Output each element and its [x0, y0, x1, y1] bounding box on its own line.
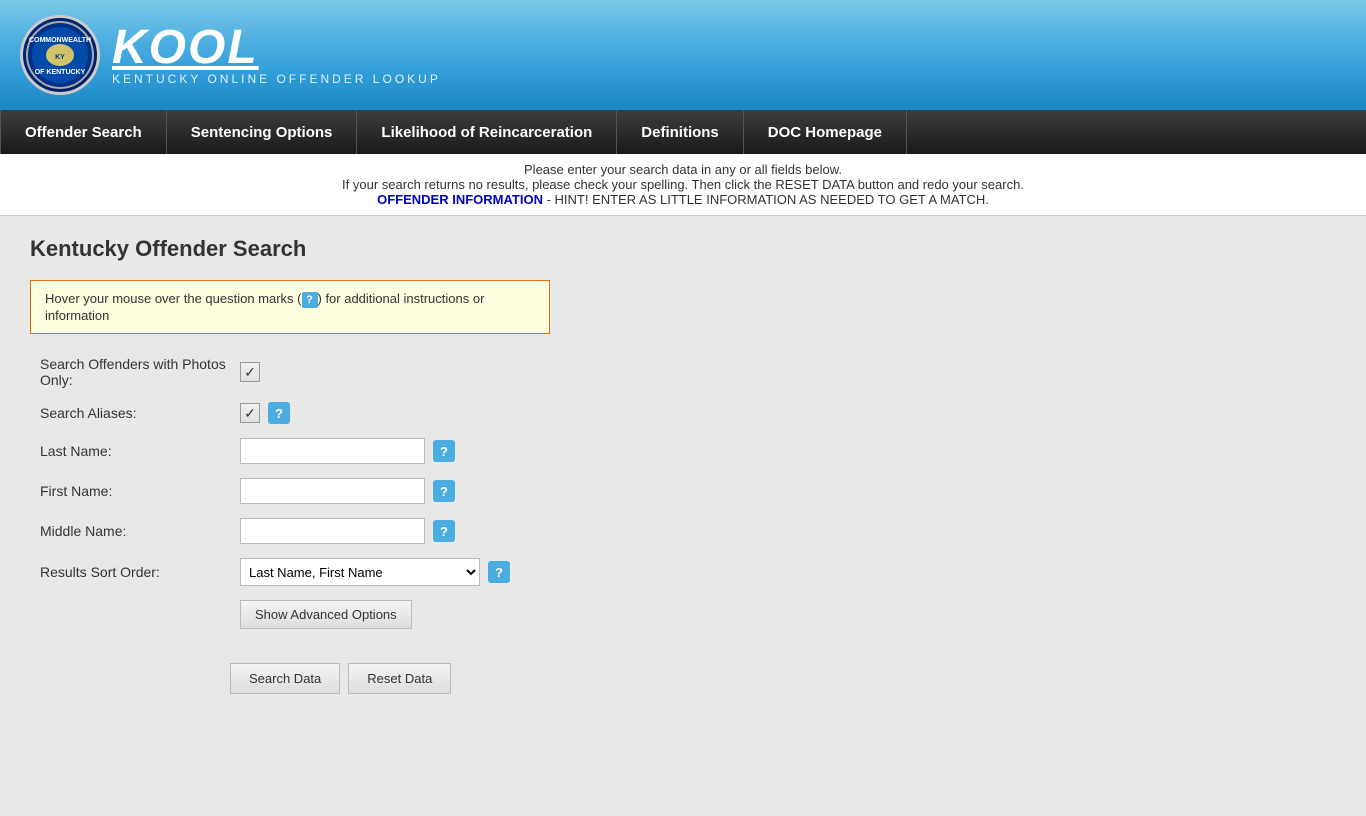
photos-only-label: Search Offenders with Photos Only:: [40, 356, 240, 388]
svg-text:KY: KY: [55, 54, 65, 61]
nav-doc-homepage[interactable]: DOC Homepage: [744, 110, 907, 154]
nav-definitions[interactable]: Definitions: [617, 110, 744, 154]
logo-area: COMMONWEALTH OF KENTUCKY KY KOOL KENTUCK…: [20, 15, 441, 95]
search-data-button[interactable]: Search Data: [230, 663, 340, 694]
middle-name-row: Middle Name: ?: [40, 518, 1336, 544]
first-name-controls: ?: [240, 478, 455, 504]
sort-order-controls: Last Name, First Name First Name, Last N…: [240, 558, 510, 586]
aliases-checkbox[interactable]: [240, 403, 260, 423]
info-line2: If your search returns no results, pleas…: [20, 177, 1346, 192]
sort-order-help-button[interactable]: ?: [488, 561, 510, 583]
header: COMMONWEALTH OF KENTUCKY KY KOOL KENTUCK…: [0, 0, 1366, 110]
sort-order-label: Results Sort Order:: [40, 564, 240, 580]
show-advanced-button[interactable]: Show Advanced Options: [240, 600, 412, 629]
logo: COMMONWEALTH OF KENTUCKY KY: [20, 15, 100, 95]
aliases-label: Search Aliases:: [40, 405, 240, 421]
nav-offender-search[interactable]: Offender Search: [0, 110, 167, 154]
aliases-help-button[interactable]: ?: [268, 402, 290, 424]
action-buttons: Search Data Reset Data: [230, 663, 1336, 694]
nav-likelihood-reincarceration[interactable]: Likelihood of Reincarceration: [357, 110, 617, 154]
middle-name-help-button[interactable]: ?: [433, 520, 455, 542]
info-line3-suffix: - HINT! ENTER AS LITTLE INFORMATION AS N…: [547, 192, 989, 207]
middle-name-label: Middle Name:: [40, 523, 240, 539]
sort-order-row: Results Sort Order: Last Name, First Nam…: [40, 558, 1336, 586]
last-name-controls: ?: [240, 438, 455, 464]
last-name-help-button[interactable]: ?: [433, 440, 455, 462]
aliases-controls: ?: [240, 402, 290, 424]
nav-sentencing-options[interactable]: Sentencing Options: [167, 110, 358, 154]
first-name-help-button[interactable]: ?: [433, 480, 455, 502]
advanced-options-row: Show Advanced Options: [40, 600, 1336, 649]
info-line3: OFFENDER INFORMATION - HINT! ENTER AS LI…: [20, 192, 1346, 207]
photos-only-controls: [240, 362, 260, 382]
offender-info-link[interactable]: OFFENDER INFORMATION: [377, 192, 543, 207]
search-form: Search Offenders with Photos Only: Searc…: [40, 356, 1336, 694]
app-subtitle: KENTUCKY ONLINE OFFENDER LOOKUP: [112, 72, 441, 86]
svg-text:COMMONWEALTH: COMMONWEALTH: [29, 37, 91, 44]
photos-only-row: Search Offenders with Photos Only:: [40, 356, 1336, 388]
first-name-row: First Name: ?: [40, 478, 1336, 504]
first-name-label: First Name:: [40, 483, 240, 499]
info-bar: Please enter your search data in any or …: [0, 154, 1366, 216]
last-name-input[interactable]: [240, 438, 425, 464]
last-name-label: Last Name:: [40, 443, 240, 459]
sort-order-select[interactable]: Last Name, First Name First Name, Last N…: [240, 558, 480, 586]
info-box-text: Hover your mouse over the question marks…: [45, 291, 302, 306]
first-name-input[interactable]: [240, 478, 425, 504]
brand-text: KOOL KENTUCKY ONLINE OFFENDER LOOKUP: [112, 24, 441, 86]
app-title: KOOL: [112, 24, 441, 72]
photos-only-checkbox[interactable]: [240, 362, 260, 382]
svg-text:OF KENTUCKY: OF KENTUCKY: [35, 69, 86, 76]
middle-name-controls: ?: [240, 518, 455, 544]
aliases-row: Search Aliases: ?: [40, 402, 1336, 424]
info-box: Hover your mouse over the question marks…: [30, 280, 550, 334]
main-content: Kentucky Offender Search Hover your mous…: [0, 216, 1366, 816]
navigation: Offender Search Sentencing Options Likel…: [0, 110, 1366, 154]
reset-data-button[interactable]: Reset Data: [348, 663, 451, 694]
last-name-row: Last Name: ?: [40, 438, 1336, 464]
info-line1: Please enter your search data in any or …: [20, 162, 1346, 177]
page-title: Kentucky Offender Search: [30, 236, 1336, 262]
middle-name-input[interactable]: [240, 518, 425, 544]
question-mark-icon: ?: [302, 292, 318, 308]
